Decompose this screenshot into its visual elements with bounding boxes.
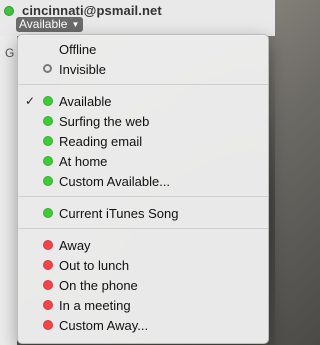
menu-item-available[interactable]: ✓ Available: [18, 91, 268, 111]
menu-item-current-itunes-song[interactable]: Current iTunes Song: [18, 203, 268, 223]
account-status-icon: [4, 5, 14, 16]
menu-item-in-a-meeting[interactable]: In a meeting: [18, 295, 268, 315]
menu-item-custom-available[interactable]: Custom Available...: [18, 171, 268, 191]
menu-item-label: In a meeting: [59, 297, 131, 313]
status-dropdown-label: Available: [19, 17, 68, 31]
menu-item-label: At home: [59, 153, 108, 169]
menu-separator: [18, 228, 268, 229]
account-row: cincinnati@psmail.net: [4, 3, 162, 18]
account-header: cincinnati@psmail.net Available ▼: [0, 0, 275, 36]
menu-item-out-to-lunch[interactable]: Out to lunch: [18, 255, 268, 275]
menu-item-label: Current iTunes Song: [59, 205, 179, 221]
menu-item-at-home[interactable]: At home: [18, 151, 268, 171]
away-status-icon: [43, 320, 53, 330]
available-status-icon: [43, 136, 53, 146]
checkmark-icon: ✓: [24, 94, 36, 108]
available-status-icon: [43, 116, 53, 126]
status-menu: Offline Invisible ✓ Available Surfing the we…: [17, 34, 269, 344]
menu-item-label: Custom Away...: [59, 317, 149, 333]
menu-item-label: Reading email: [59, 133, 143, 149]
available-status-icon: [43, 96, 53, 106]
invisible-status-icon: [43, 64, 52, 73]
menu-item-label: On the phone: [59, 277, 138, 293]
menu-separator: [18, 196, 268, 197]
menu-item-reading-email[interactable]: Reading email: [18, 131, 268, 151]
menu-item-custom-away[interactable]: Custom Away...: [18, 315, 268, 335]
away-status-icon: [43, 300, 53, 310]
menu-item-surfing-the-web[interactable]: Surfing the web: [18, 111, 268, 131]
menu-item-label: Out to lunch: [59, 257, 130, 273]
menu-item-label: Away: [59, 237, 91, 253]
menu-item-away[interactable]: Away: [18, 235, 268, 255]
away-status-icon: [43, 280, 53, 290]
menu-item-label: Custom Available...: [59, 173, 171, 189]
account-email: cincinnati@psmail.net: [22, 3, 162, 18]
menu-item-label: Invisible: [59, 61, 106, 77]
edge-glyph-icon: G: [5, 46, 15, 60]
menu-item-label: Surfing the web: [59, 113, 150, 129]
menu-separator: [18, 84, 268, 85]
away-status-icon: [43, 240, 53, 250]
available-status-icon: [43, 176, 53, 186]
available-status-icon: [43, 156, 53, 166]
available-status-icon: [43, 208, 53, 218]
chevron-down-icon: ▼: [71, 20, 80, 29]
menu-item-label: Available: [59, 93, 112, 109]
status-dropdown[interactable]: Available ▼: [16, 17, 84, 32]
menu-item-on-the-phone[interactable]: On the phone: [18, 275, 268, 295]
away-status-icon: [43, 260, 53, 270]
menu-item-label: Offline: [59, 41, 97, 57]
menu-item-offline[interactable]: Offline: [18, 39, 268, 59]
window-edge: G: [0, 36, 17, 345]
menu-item-invisible[interactable]: Invisible: [18, 59, 268, 79]
